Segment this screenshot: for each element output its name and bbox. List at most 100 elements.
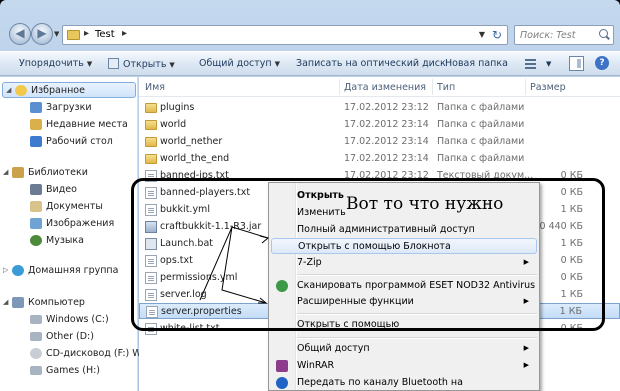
- menu-item-label: Передать по каналу Bluetooth на: [297, 377, 463, 388]
- computer-icon: [12, 297, 24, 308]
- nav-documents[interactable]: Документы: [0, 199, 138, 215]
- breadcrumb-separator-icon: ▸: [84, 28, 90, 39]
- expand-triangle-icon[interactable]: ▷: [3, 266, 8, 274]
- homegroup-icon: [12, 265, 24, 276]
- folder-icon: [145, 154, 157, 164]
- burn-disc-button[interactable]: Записать на оптический диск: [296, 58, 446, 69]
- file-name: world_the_end: [160, 153, 230, 164]
- search-placeholder: Поиск: Test: [520, 30, 576, 41]
- file-type: Папка с файлами: [437, 153, 525, 164]
- nav-downloads-label: Загрузки: [46, 102, 92, 113]
- nav-homegroup-label: Домашняя группа: [28, 265, 119, 276]
- open-button[interactable]: Открыть ▼: [108, 58, 175, 70]
- nav-homegroup[interactable]: ▷ Домашняя группа: [0, 263, 138, 279]
- column-headers: Имя Дата изменения Тип Размер: [139, 77, 620, 97]
- menu-item-bluetooth[interactable]: Передать по каналу Bluetooth на: [271, 375, 537, 391]
- column-date[interactable]: Дата изменения: [344, 82, 426, 93]
- nav-video[interactable]: Видео: [0, 182, 138, 198]
- file-type: Папка с файлами: [437, 136, 525, 147]
- forward-button[interactable]: ▶: [31, 23, 53, 45]
- share-label: Общий доступ: [199, 58, 272, 69]
- nav-music[interactable]: Музыка: [0, 233, 138, 249]
- breadcrumb-current-folder[interactable]: Test: [95, 29, 115, 40]
- file-row[interactable]: world_the_end 17.02.2012 23:14 Папка с ф…: [139, 151, 620, 167]
- file-name: world_nether: [160, 136, 223, 147]
- file-date: 17.02.2012 23:14: [344, 153, 429, 164]
- share-button[interactable]: Общий доступ ▼: [199, 58, 280, 69]
- nav-libraries[interactable]: ◢ Библиотеки: [0, 165, 138, 181]
- column-type[interactable]: Тип: [437, 82, 455, 93]
- forward-arrow-icon: ▶: [37, 26, 47, 40]
- video-icon: [30, 184, 42, 195]
- file-row[interactable]: world_nether 17.02.2012 23:14 Папка с фа…: [139, 134, 620, 150]
- new-folder-button[interactable]: Новая папка: [445, 58, 508, 69]
- pictures-icon: [30, 218, 42, 229]
- submenu-arrow-icon: ▶: [523, 361, 529, 369]
- refresh-icon[interactable]: ↻: [492, 28, 502, 42]
- view-options-icon[interactable]: [523, 56, 541, 72]
- nav-video-label: Видео: [46, 184, 77, 195]
- help-icon[interactable]: ?: [595, 56, 609, 70]
- nav-drive-d-label: Other (D:): [46, 331, 94, 342]
- breadcrumb-separator-icon[interactable]: ▸: [122, 28, 127, 39]
- file-type: Папка с файлами: [437, 119, 525, 130]
- expand-triangle-icon[interactable]: ◢: [3, 168, 8, 176]
- explorer-window: ◀ ▶ ▼ ▸ Test ▸ ▼ ↻ Поиск: Test Упорядочи…: [0, 0, 620, 391]
- nav-downloads[interactable]: Загрузки: [0, 100, 138, 116]
- column-divider[interactable]: [339, 79, 340, 95]
- expand-triangle-icon[interactable]: ◢: [3, 298, 8, 306]
- nav-cd-drive[interactable]: CD-дисковод (F:) W: [0, 346, 142, 362]
- address-bar[interactable]: ▸ Test ▸ ▼ ↻: [62, 25, 508, 45]
- nav-computer[interactable]: ◢ Компьютер: [0, 295, 138, 311]
- nav-drive-c-label: Windows (C:): [46, 314, 109, 325]
- file-date: 17.02.2012 23:14: [344, 136, 429, 147]
- expand-triangle-icon[interactable]: ◢: [6, 86, 11, 94]
- annotation-text: Вот то что нужно: [346, 194, 504, 214]
- search-input[interactable]: Поиск: Test: [514, 25, 614, 45]
- preview-pane-icon[interactable]: [569, 56, 584, 71]
- view-dropdown-icon[interactable]: ▼: [546, 60, 551, 68]
- navigation-pane: ◢ Избранное Загрузки Недавние места Рабо…: [0, 77, 142, 391]
- file-date: 17.02.2012 23:14: [344, 119, 429, 130]
- navigation-bar: ◀ ▶ ▼ ▸ Test ▸ ▼ ↻ Поиск: Test: [0, 22, 620, 48]
- back-arrow-icon: ◀: [15, 26, 25, 40]
- address-dropdown-icon[interactable]: ▼: [479, 30, 485, 39]
- drive-icon: [30, 366, 42, 375]
- file-date: 17.02.2012 23:12: [344, 102, 429, 113]
- file-type: Папка с файлами: [437, 102, 525, 113]
- nav-drive-d[interactable]: Other (D:): [0, 329, 138, 345]
- file-row[interactable]: world 17.02.2012 23:14 Папка с файлами: [139, 117, 620, 133]
- search-icon: [599, 29, 608, 38]
- music-icon: [30, 235, 42, 246]
- nav-drive-c[interactable]: Windows (C:): [0, 312, 138, 328]
- desktop-icon: [30, 136, 42, 147]
- command-bar: Упорядочить ▼ Открыть ▼ Общий доступ ▼ Запи…: [0, 51, 620, 76]
- column-divider[interactable]: [432, 79, 433, 95]
- file-row[interactable]: plugins 17.02.2012 23:12 Папка с файлами: [139, 100, 620, 116]
- organize-button[interactable]: Упорядочить ▼: [19, 58, 92, 69]
- column-size[interactable]: Размер: [530, 82, 566, 93]
- submenu-arrow-icon: ▶: [523, 344, 529, 352]
- chevron-down-icon: ▼: [274, 60, 281, 68]
- organize-label: Упорядочить: [19, 58, 84, 69]
- nav-pictures[interactable]: Изображения: [0, 216, 138, 232]
- column-divider[interactable]: [525, 79, 526, 95]
- file-name: world: [160, 119, 187, 130]
- history-dropdown-icon[interactable]: ▼: [54, 30, 59, 38]
- column-name[interactable]: Имя: [145, 82, 165, 93]
- back-button[interactable]: ◀: [9, 23, 31, 45]
- recent-places-icon: [30, 119, 42, 130]
- bluetooth-icon: [276, 377, 288, 389]
- nav-drive-h[interactable]: Games (H:): [0, 363, 138, 379]
- nav-recent-places-label: Недавние места: [46, 119, 128, 130]
- nav-libraries-label: Библиотеки: [28, 167, 88, 178]
- drive-icon: [30, 332, 42, 341]
- menu-item-share[interactable]: Общий доступ ▶: [271, 341, 537, 357]
- nav-recent-places[interactable]: Недавние места: [0, 117, 138, 133]
- nav-pictures-label: Изображения: [46, 218, 115, 229]
- nav-desktop[interactable]: Рабочий стол: [0, 134, 138, 150]
- nav-cd-drive-label: CD-дисковод (F:) W: [46, 348, 142, 359]
- open-label: Открыть: [123, 59, 167, 70]
- menu-item-winrar[interactable]: WinRAR ▶: [271, 358, 537, 374]
- nav-favorites[interactable]: ◢ Избранное: [2, 82, 136, 98]
